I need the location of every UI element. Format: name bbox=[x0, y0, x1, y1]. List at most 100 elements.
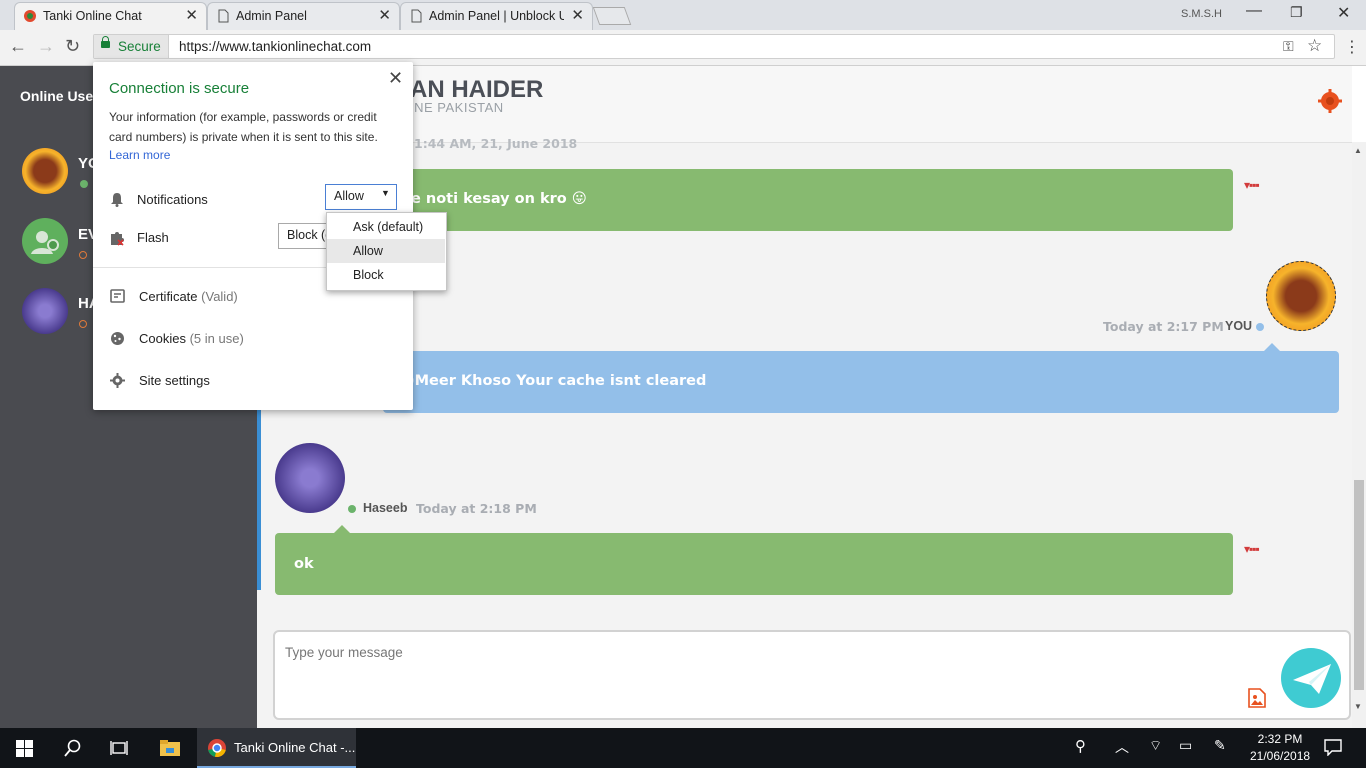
tab-close-icon[interactable]: ✕ bbox=[185, 6, 198, 24]
lock-icon bbox=[101, 36, 110, 48]
search-icon[interactable] bbox=[64, 739, 81, 757]
message-input-placeholder: Type your message bbox=[285, 645, 403, 660]
pen-icon[interactable]: ✎ bbox=[1214, 737, 1226, 754]
message-options-icon[interactable]: ▾▪▪▪ bbox=[1244, 178, 1260, 192]
chat-partner-subtitle: INE PAKISTAN bbox=[410, 100, 504, 115]
menu-kebab-icon[interactable]: ⋮ bbox=[1344, 37, 1360, 57]
tab-close-icon[interactable]: ✕ bbox=[571, 6, 584, 24]
tab-tanki-online-chat[interactable]: Tanki Online Chat ✕ bbox=[14, 2, 207, 31]
avatar[interactable] bbox=[1266, 261, 1336, 331]
bubble-arrow bbox=[1264, 343, 1280, 351]
message-text: e noti kesay on kro 😛 bbox=[411, 191, 587, 207]
task-view-icon[interactable] bbox=[110, 740, 128, 756]
gear-icon bbox=[110, 373, 125, 388]
plugin-puzzle-icon bbox=[111, 232, 124, 246]
status-away-icon bbox=[79, 251, 87, 259]
active-thread-indicator bbox=[257, 410, 261, 590]
paper-plane-icon bbox=[1293, 664, 1331, 694]
avatar[interactable] bbox=[22, 218, 68, 264]
status-online-icon bbox=[1256, 323, 1264, 331]
bell-icon bbox=[111, 193, 123, 207]
notifications-dropdown: Ask (default) Allow Block bbox=[326, 212, 447, 291]
minimize-icon[interactable]: — bbox=[1246, 2, 1262, 20]
avatar[interactable] bbox=[275, 443, 345, 513]
scroll-down-icon[interactable]: ▼ bbox=[1354, 702, 1362, 711]
bubble-arrow bbox=[334, 525, 350, 533]
image-attach-icon[interactable] bbox=[1248, 688, 1266, 708]
message-bubble: )Meer Khoso Your cache isnt cleared bbox=[383, 351, 1339, 413]
reload-icon[interactable]: ↻ bbox=[65, 36, 80, 57]
chevron-up-icon[interactable]: ︿ bbox=[1115, 737, 1129, 757]
avatar[interactable] bbox=[22, 148, 68, 194]
settings-gear-icon[interactable] bbox=[1318, 89, 1342, 113]
tab-close-icon[interactable]: ✕ bbox=[378, 6, 391, 24]
new-tab-button[interactable] bbox=[592, 7, 632, 25]
notification-center-icon[interactable] bbox=[1324, 739, 1342, 756]
site-settings-row[interactable]: Site settings bbox=[93, 370, 413, 394]
forward-icon[interactable]: → bbox=[37, 36, 55, 57]
wifi-icon[interactable]: ⌔ bbox=[1149, 737, 1162, 755]
chevron-down-icon: ▼ bbox=[381, 188, 390, 198]
notifications-select-value: Allow bbox=[334, 189, 364, 203]
dropdown-option[interactable]: Allow bbox=[327, 239, 445, 263]
status-away-icon bbox=[79, 320, 87, 328]
profile-name[interactable]: S.M.S.H bbox=[1181, 8, 1222, 20]
message-time: Today at 2:17 PM bbox=[1103, 319, 1224, 334]
connection-description: Your information (for example, passwords… bbox=[109, 110, 378, 144]
file-explorer-icon[interactable] bbox=[160, 739, 180, 756]
taskbar-app-title: Tanki Online Chat -... bbox=[234, 740, 356, 755]
tab-title: Admin Panel | Unblock U bbox=[429, 9, 564, 23]
cookie-icon bbox=[111, 332, 124, 345]
certificate-label: Certificate bbox=[139, 289, 198, 304]
clock-time: 2:32 PM bbox=[1257, 732, 1303, 746]
message-text: ok bbox=[294, 556, 314, 572]
learn-more-link[interactable]: Learn more bbox=[109, 148, 170, 162]
popup-close-icon[interactable]: ✕ bbox=[388, 68, 403, 89]
chrome-icon bbox=[208, 739, 226, 758]
scrollbar-thumb[interactable] bbox=[1354, 480, 1364, 690]
message-input[interactable] bbox=[273, 630, 1351, 720]
message-time: Today at 2:18 PM bbox=[416, 501, 537, 516]
back-icon[interactable]: ← bbox=[9, 36, 27, 57]
message-bubble: ok bbox=[275, 533, 1233, 595]
taskbar-clock[interactable]: 2:32 PM 21/06/2018 bbox=[1250, 731, 1310, 765]
sidebar-title: Online User bbox=[20, 88, 99, 104]
page-icon bbox=[411, 9, 422, 23]
message-text: )Meer Khoso Your cache isnt cleared bbox=[408, 373, 707, 389]
dropdown-option[interactable]: Ask (default) bbox=[327, 215, 445, 239]
notifications-select[interactable]: Allow ▼ bbox=[325, 184, 397, 210]
url-text[interactable]: https://www.tankionlinechat.com bbox=[179, 39, 371, 54]
windows-start-icon[interactable] bbox=[16, 740, 33, 757]
avatar[interactable] bbox=[22, 288, 68, 334]
cookies-label: Cookies bbox=[139, 331, 186, 346]
user-gear-icon bbox=[31, 231, 59, 254]
window-close-icon[interactable]: ✕ bbox=[1337, 3, 1350, 23]
clock-date: 21/06/2018 bbox=[1250, 749, 1311, 763]
scroll-up-icon[interactable]: ▲ bbox=[1354, 146, 1362, 155]
certificate-icon bbox=[110, 289, 125, 303]
tab-title: Admin Panel bbox=[236, 9, 307, 23]
tab-admin-panel-unblock[interactable]: Admin Panel | Unblock U ✕ bbox=[400, 2, 593, 30]
key-icon[interactable]: ⚿ bbox=[1283, 38, 1294, 55]
connection-secure-title: Connection is secure bbox=[109, 80, 250, 97]
taskbar-chrome-app[interactable]: Tanki Online Chat -... bbox=[197, 728, 356, 768]
tab-title: Tanki Online Chat bbox=[43, 9, 142, 23]
status-online-icon bbox=[348, 505, 356, 513]
secure-label: Secure bbox=[118, 39, 161, 54]
restore-icon[interactable]: ❐ bbox=[1290, 4, 1303, 21]
secure-chip[interactable]: Secure bbox=[94, 35, 169, 58]
tab-admin-panel[interactable]: Admin Panel ✕ bbox=[207, 2, 400, 30]
cookies-status: (5 in use) bbox=[189, 331, 244, 346]
people-icon[interactable]: ⚲ bbox=[1075, 737, 1086, 755]
message-timestamp: 1:44 AM, 21, June 2018 bbox=[414, 136, 578, 151]
flash-label: Flash bbox=[137, 230, 169, 245]
site-settings-label: Site settings bbox=[139, 373, 210, 388]
send-button[interactable] bbox=[1281, 648, 1341, 708]
message-sender: Haseeb bbox=[363, 501, 408, 515]
bookmark-star-icon[interactable]: ☆ bbox=[1307, 36, 1322, 56]
battery-icon[interactable]: ▭ bbox=[1179, 737, 1192, 754]
message-sender: YOU bbox=[1225, 319, 1253, 333]
message-options-icon[interactable]: ▾▪▪▪ bbox=[1244, 542, 1260, 556]
dropdown-option[interactable]: Block bbox=[327, 263, 445, 287]
cookies-row[interactable]: Cookies (5 in use) bbox=[93, 328, 413, 352]
